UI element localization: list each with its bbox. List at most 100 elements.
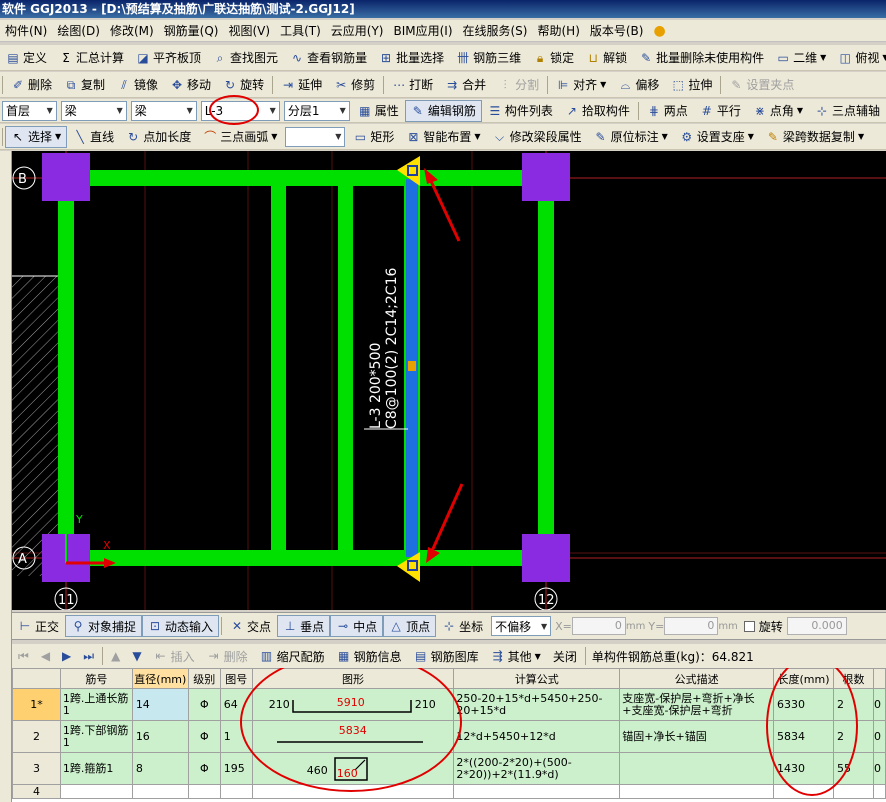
ortho-toggle[interactable]: ⊢ 正交 [12, 615, 65, 637]
arc-dropdown[interactable]: ⌒ 三点画弧 ▼ [197, 126, 283, 148]
beam-left[interactable] [58, 178, 74, 558]
table-row[interactable]: 4 [12, 784, 886, 799]
slab-align-button[interactable]: ◪ 平齐板顶 [130, 47, 207, 69]
cell-bar-name[interactable]: 1跨.下部钢筋1 [59, 720, 133, 753]
cell-extra[interactable]: 0 [872, 688, 886, 721]
drawing-canvas[interactable]: Y X B A 11 12 L-3 200*500 C8@100(2) 2C14… [12, 151, 886, 610]
cell-figure-no[interactable]: 1 [219, 720, 253, 753]
floor-select[interactable]: 首层 ▼ [2, 100, 57, 121]
point-length-button[interactable]: ↻ 点加长度 [120, 126, 197, 148]
member-select[interactable]: L-3 ▼ [200, 100, 280, 121]
menu-bim[interactable]: BIM应用(I) [388, 22, 457, 39]
header-count[interactable]: 根数 [833, 668, 874, 689]
header-grade[interactable]: 级别 [187, 668, 221, 689]
stretch-button[interactable]: ⬚ 拉伸 [665, 74, 718, 96]
cell-count[interactable]: 2 [833, 720, 874, 753]
last-record-button[interactable]: ⏭ [77, 645, 100, 667]
move-up-button[interactable]: ▲ [105, 645, 126, 667]
next-record-button[interactable]: ▶ [56, 645, 77, 667]
delete-row-button[interactable]: ⇥ 删除 [201, 645, 254, 667]
find-button[interactable]: ⌕ 查找图元 [207, 47, 284, 69]
rotate-input[interactable]: 0.000 [786, 617, 847, 635]
mirror-button[interactable]: ⫽ 镜像 [111, 74, 164, 96]
beam-top[interactable] [66, 170, 546, 186]
y-coord-input[interactable]: 0 [664, 617, 719, 635]
menu-version[interactable]: 版本号(B) [585, 22, 649, 39]
view-2d-dropdown[interactable]: ▭ 二维 ▼ [770, 47, 832, 69]
beam-bottom[interactable] [66, 550, 546, 566]
three-point-axis-button[interactable]: ⊹ 三点辅轴 [809, 100, 886, 122]
cell-bar-name[interactable]: 1跨.上通长筋1 [59, 688, 133, 721]
row-number[interactable]: 4 [12, 784, 61, 799]
table-row[interactable]: 1* 1跨.上通长筋1 14 Φ 64 210 5910 210 250-20+… [12, 688, 886, 721]
span-copy-dropdown[interactable]: ✎ 梁跨数据复制 ▼ [760, 126, 870, 148]
cell-count[interactable]: 55 [833, 752, 874, 785]
edit-rebar-button[interactable]: ✎ 编辑钢筋 [404, 99, 482, 122]
cell-count[interactable]: 2 [833, 688, 874, 721]
move-down-button[interactable]: ▼ [126, 645, 147, 667]
merge-button[interactable]: ⇉ 合并 [439, 74, 492, 96]
smart-layout-dropdown[interactable]: ⊠ 智能布置 ▼ [400, 126, 486, 148]
cell-shape[interactable]: 5834 [251, 720, 455, 753]
cell-formula[interactable]: 250-20+15*d+5450+250-20+15*d [453, 688, 621, 721]
rebar-3d-button[interactable]: 卌钢筋三维 [450, 47, 527, 69]
cell-diameter[interactable]: 16 [131, 720, 189, 753]
header-figure-no[interactable]: 图号 [219, 668, 253, 689]
beam-annotation[interactable]: L-3 200*500 C8@100(2) 2C14;2C16 [368, 268, 400, 429]
line-button[interactable]: ╲ 直线 [67, 126, 120, 148]
helmet-icon[interactable]: ● [648, 23, 670, 39]
menu-tools[interactable]: 工具(T) [275, 22, 326, 39]
menu-draw[interactable]: 绘图(D) [52, 22, 105, 39]
menu-modify[interactable]: 修改(M) [105, 22, 159, 39]
cell-description[interactable]: 支座宽-保护层+弯折+净长+支座宽-保护层+弯折 [619, 688, 775, 721]
offset-button[interactable]: ⌓ 偏移 [612, 74, 665, 96]
cell-formula[interactable]: 12*d+5450+12*d [453, 720, 621, 753]
parallel-axis-button[interactable]: # 平行 [694, 100, 747, 122]
header-formula[interactable]: 计算公式 [453, 668, 621, 689]
cell-description[interactable]: 锚固+净长+锚固 [619, 720, 775, 753]
rotate-checkbox[interactable] [743, 620, 755, 632]
cell-formula[interactable]: 2*((200-2*20)+(500-2*20))+2*(11.9*d) [453, 752, 621, 785]
menu-help[interactable]: 帮助(H) [532, 22, 584, 39]
batch-delete-button[interactable]: ✎ 批量删除未使用构件 [633, 47, 770, 69]
cell-extra[interactable]: 0 [872, 720, 886, 753]
header-bar-name[interactable]: 筋号 [59, 668, 133, 689]
two-point-axis-button[interactable]: ⋕ 两点 [641, 100, 694, 122]
cell-description[interactable] [619, 752, 775, 785]
sum-button[interactable]: Σ 汇总计算 [53, 47, 130, 69]
beam-secondary-2[interactable] [338, 186, 353, 550]
rebar-info-button[interactable]: ▦ 钢筋信息 [331, 645, 408, 667]
lock-button[interactable]: 🔒︎ 锁定 [527, 47, 580, 69]
batch-select-button[interactable]: ⊞ 批量选择 [373, 47, 450, 69]
column-b-11[interactable] [42, 153, 90, 201]
extend-button[interactable]: ⇥ 延伸 [275, 74, 328, 96]
offset-mode-select[interactable]: 不偏移 ▼ [491, 616, 552, 636]
layer-select[interactable]: 分层1 ▼ [283, 100, 350, 121]
arc-mode-select[interactable]: ▼ [285, 126, 346, 147]
header-length[interactable]: 长度(mm) [773, 668, 834, 689]
rebar-library-button[interactable]: ▤ 钢筋图库 [408, 645, 485, 667]
cell-extra[interactable]: 0 [872, 752, 886, 785]
view-rebar-button[interactable]: ∿ 查看钢筋量 [284, 47, 373, 69]
beam-right[interactable] [538, 178, 554, 558]
align-dropdown[interactable]: ⊫ 对齐 ▼ [550, 74, 612, 96]
header-shape[interactable]: 图形 [251, 668, 455, 689]
member-list-button[interactable]: ☰ 构件列表 [482, 100, 559, 122]
property-button[interactable]: ▦ 属性 [352, 100, 405, 122]
header-diameter[interactable]: 直径(mm) [131, 668, 189, 689]
cell-grade[interactable]: Φ [187, 752, 221, 785]
table-row[interactable]: 2 1跨.下部钢筋1 16 Φ 1 5834 12*d+5450+12*d 锚固… [12, 720, 886, 753]
cell-diameter[interactable]: 8 [131, 752, 189, 785]
snap-perpendicular[interactable]: ⊥ 垂点 [277, 615, 331, 637]
cell-figure-no[interactable]: 64 [219, 688, 253, 721]
table-row[interactable]: 3 1跨.箍筋1 8 Φ 195 460 160 2*((200-2*20)+( [12, 752, 886, 785]
set-support-dropdown[interactable]: ⚙ 设置支座 ▼ [674, 126, 760, 148]
set-grip-button[interactable]: ✎ 设置夹点 [723, 74, 800, 96]
menu-member[interactable]: 构件(N) [0, 22, 52, 39]
first-record-button[interactable]: ⏮ [12, 645, 35, 667]
trim-button[interactable]: ✂ 修剪 [328, 74, 381, 96]
modify-span-button[interactable]: ⌵ 修改梁段属性 [487, 126, 588, 148]
scale-rebar-button[interactable]: ▥ 缩尺配筋 [254, 645, 331, 667]
column-a-12[interactable] [522, 534, 570, 582]
menu-view[interactable]: 视图(V) [223, 22, 275, 39]
